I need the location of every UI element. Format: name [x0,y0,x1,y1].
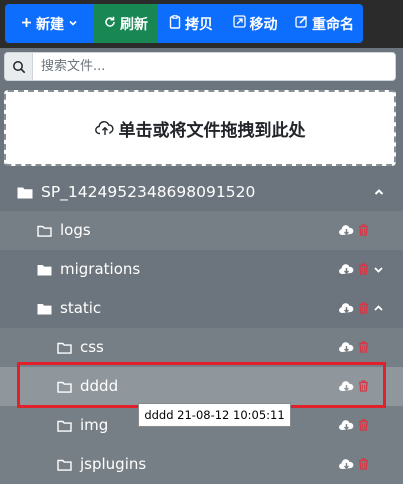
tooltip: dddd 21-08-12 10:05:11 [138,403,291,427]
tooltip-text: dddd 21-08-12 10:05:11 [144,408,285,422]
tree-item-name: jsplugins [80,455,147,473]
new-button[interactable]: 新建 [5,4,94,43]
copy-button[interactable]: 拷贝 [158,4,224,43]
toolbar: 新建 刷新 拷贝 移动 重命名 [5,4,363,43]
cloud-download-icon[interactable] [339,341,354,353]
tree-item-name: static [60,299,102,317]
folder-icon [37,223,52,241]
trash-icon[interactable] [358,263,369,275]
tree-item[interactable]: migrations [0,250,403,289]
tree-root-name: SP_1424952348698091520 [41,183,256,201]
cloud-download-icon[interactable] [339,302,354,314]
tree-item-name: img [80,416,109,434]
chevron-up-icon[interactable] [373,186,385,198]
tree-item-actions [339,263,388,275]
file-manager: 新建 刷新 拷贝 移动 重命名 搜索文件... 单击或将文件拖拽到此处 SP_1… [0,0,403,484]
tree-item-name: css [80,338,104,356]
folder-icon [17,185,33,203]
folder-icon [57,457,72,475]
trash-icon[interactable] [358,380,369,392]
new-button-label: 新建 [36,16,64,33]
search-icon [5,53,33,80]
tree-item-actions [339,458,373,470]
copy-button-label: 拷贝 [185,16,213,33]
move-button-label: 移动 [249,16,278,33]
folder-icon [57,418,72,436]
chevron-up-icon[interactable] [373,303,384,314]
trash-icon[interactable] [358,458,369,470]
rename-button-label: 重命名 [312,16,354,33]
chevron-down-icon[interactable] [373,264,384,275]
copy-icon [169,14,181,33]
rename-button[interactable]: 重命名 [286,4,363,43]
tree-item-name: logs [60,221,91,239]
tree-item-actions [339,419,373,431]
dropzone-label: 单击或将文件拖拽到此处 [118,120,306,141]
search-box [4,52,396,81]
search-input[interactable] [33,53,395,80]
folder-icon [37,301,52,319]
upload-dropzone[interactable]: 单击或将文件拖拽到此处 [4,90,396,166]
trash-icon[interactable] [358,224,369,236]
plus-icon [21,16,32,32]
folder-icon [57,340,72,358]
tree-item-selected[interactable]: dddd [0,367,403,406]
tree-item-actions [339,224,373,236]
cloud-download-icon[interactable] [339,263,354,275]
tree-root-row[interactable]: SP_1424952348698091520 [0,173,403,212]
cloud-upload-icon [94,120,115,136]
trash-icon[interactable] [358,419,369,431]
cloud-download-icon[interactable] [339,380,354,392]
tree-item-actions [339,302,388,314]
refresh-button-label: 刷新 [120,16,148,33]
folder-icon [57,379,72,397]
move-icon [232,15,246,32]
tree-item-name: dddd [80,377,119,395]
tree-item-actions [339,341,373,353]
chevron-down-icon [68,16,78,32]
cloud-download-icon[interactable] [339,224,354,236]
folder-icon [37,262,52,280]
cloud-download-icon[interactable] [339,458,354,470]
trash-icon[interactable] [358,341,369,353]
tree-item[interactable]: logs [0,211,403,250]
tree-item[interactable]: jsplugins [0,445,403,484]
refresh-button[interactable]: 刷新 [94,4,158,43]
tree-item-name: migrations [60,260,141,278]
move-button[interactable]: 移动 [224,4,286,43]
refresh-icon [104,16,116,32]
cloud-download-icon[interactable] [339,419,354,431]
tree-item-actions [339,380,373,392]
tree-item[interactable]: css [0,328,403,367]
tree-item[interactable]: static [0,289,403,328]
trash-icon[interactable] [358,302,369,314]
edit-icon [295,15,308,32]
